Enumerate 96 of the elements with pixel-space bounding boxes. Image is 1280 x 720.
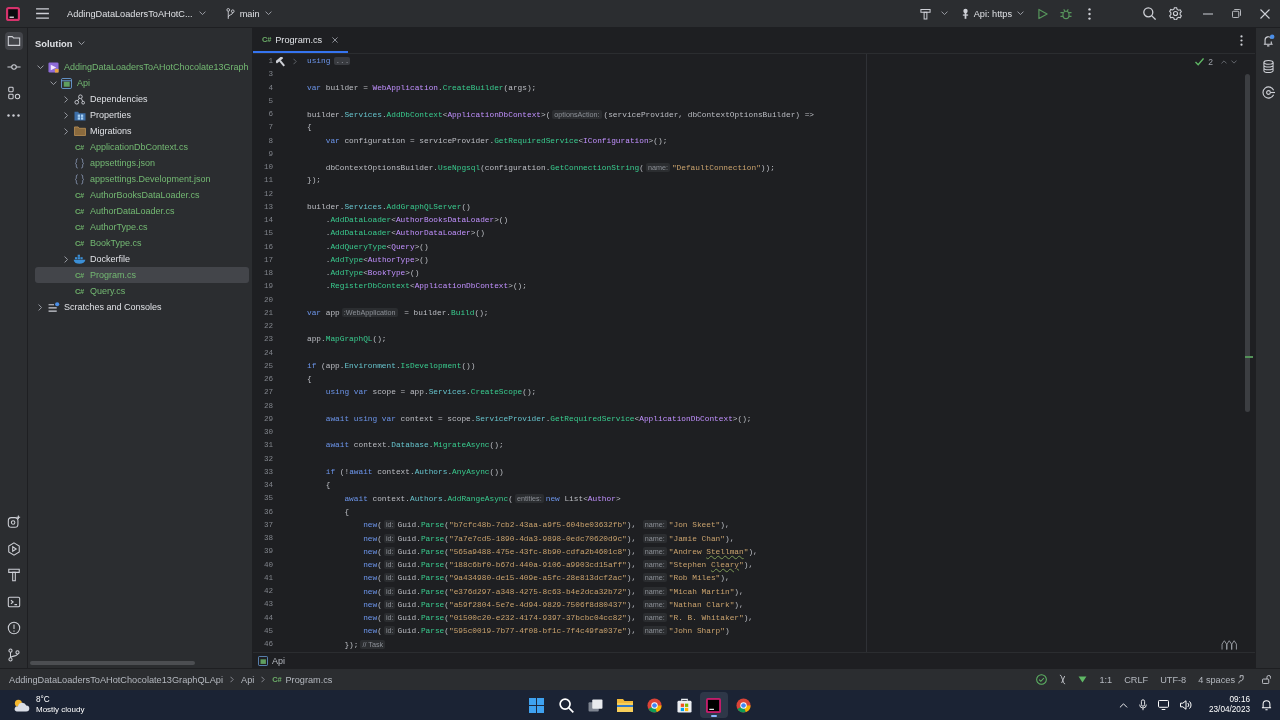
tree-item[interactable]: Dockerfile xyxy=(35,251,249,267)
chevron-icon[interactable] xyxy=(63,95,69,103)
hammer-icon[interactable] xyxy=(919,7,931,20)
hook-icon xyxy=(1238,675,1244,684)
inspection-widget[interactable]: 2 xyxy=(1195,57,1237,67)
tree-item[interactable]: appsettings.json xyxy=(35,155,249,171)
project-selector[interactable]: AddingDataLoadersToAHotC... xyxy=(67,8,206,19)
weather-condition: Mostly cloudy xyxy=(36,705,85,715)
notifications-icon[interactable] xyxy=(1261,34,1275,47)
weather-icon[interactable] xyxy=(12,698,30,712)
view-selector[interactable]: Solution xyxy=(35,38,85,49)
scrollbar-thumb[interactable] xyxy=(1245,74,1250,412)
chevron-right-icon xyxy=(261,676,266,683)
tree-item[interactable]: Properties xyxy=(35,107,249,123)
task-view-icon xyxy=(588,698,604,712)
four-squares-icon xyxy=(529,697,545,713)
round-logo-icon xyxy=(735,697,751,713)
chevron-down-icon xyxy=(264,11,272,16)
check-icon xyxy=(1195,58,1205,66)
chevron-icon[interactable] xyxy=(63,127,69,135)
tree-item[interactable]: Dependencies xyxy=(35,91,249,107)
hammer-icon[interactable] xyxy=(276,56,286,67)
chevron-down-icon xyxy=(198,11,206,16)
chevron-icon[interactable] xyxy=(63,255,69,263)
tree-item[interactable]: Migrations xyxy=(35,123,249,139)
folder-grid-icon xyxy=(73,109,86,121)
more-icon[interactable] xyxy=(1088,7,1091,20)
round-logo-icon xyxy=(647,697,663,713)
braces-icon xyxy=(75,157,84,169)
microphone-icon[interactable] xyxy=(1139,699,1147,711)
branch-icon xyxy=(225,8,235,19)
run-configuration-selector[interactable]: Api: https xyxy=(961,7,1024,20)
project-icon xyxy=(61,77,72,89)
check-circle-icon[interactable] xyxy=(1036,674,1048,685)
encoding-selector[interactable]: UTF-8 xyxy=(1160,674,1187,685)
temperature-text: 8°C xyxy=(36,695,51,705)
change-marker xyxy=(1245,356,1253,358)
app-logo-icon xyxy=(6,6,20,21)
clock-date[interactable]: 23/04/2023 xyxy=(1209,705,1250,715)
search-icon[interactable] xyxy=(1143,7,1156,20)
branch-selector[interactable]: main xyxy=(225,8,272,19)
solution-icon xyxy=(48,61,59,73)
chevron-down-icon xyxy=(77,41,85,46)
list-icon xyxy=(47,302,60,312)
tree-item[interactable]: Api xyxy=(35,75,249,91)
project-icon xyxy=(258,655,268,666)
restore-icon[interactable] xyxy=(1232,9,1241,18)
monitor-icon[interactable] xyxy=(1158,700,1169,710)
peaks-icon[interactable] xyxy=(1221,640,1238,650)
scrollbar-thumb[interactable] xyxy=(30,661,195,665)
bug-icon[interactable] xyxy=(1060,7,1072,20)
braces-icon xyxy=(75,173,84,185)
chevron-down-icon[interactable] xyxy=(940,11,948,16)
tree-item[interactable]: appsettings.Development.json xyxy=(35,171,249,187)
breadcrumb-item[interactable]: Api xyxy=(258,655,285,666)
folder-icon xyxy=(73,126,86,136)
chevron-icon[interactable] xyxy=(49,80,57,86)
tree-item[interactable]: AddingDataLoadersToAHotChocolate13Graph xyxy=(35,59,249,75)
chevron-icon[interactable] xyxy=(37,303,43,311)
more-icon[interactable] xyxy=(7,114,20,117)
lock-icon[interactable] xyxy=(1262,675,1271,684)
close-icon[interactable] xyxy=(1260,8,1270,19)
search-icon xyxy=(558,697,574,713)
chevron-right-icon xyxy=(230,676,234,683)
database-icon[interactable] xyxy=(1262,60,1274,73)
folder-icon xyxy=(617,698,634,712)
more-icon[interactable] xyxy=(1240,35,1243,46)
pin-icon xyxy=(961,7,969,20)
folder-icon[interactable] xyxy=(4,32,23,50)
triangle-down-icon[interactable] xyxy=(1078,676,1088,683)
indent-selector[interactable]: 4 spaces xyxy=(1198,674,1244,685)
settings-icon[interactable] xyxy=(1169,7,1182,20)
tree-item[interactable]: Scratches and Consoles xyxy=(35,299,249,315)
ide-logo-icon xyxy=(706,697,722,713)
chevron-down-icon xyxy=(1017,11,1024,16)
breadcrumb-item[interactable]: AddingDataLoadersToAHotChocolate13GraphQLApi xyxy=(9,674,223,685)
nodes-icon xyxy=(74,93,85,105)
chevron-icon[interactable] xyxy=(36,64,44,70)
target-icon[interactable] xyxy=(1261,86,1275,99)
close-icon[interactable] xyxy=(332,36,339,43)
shopping-bag-icon xyxy=(676,697,692,713)
line-ending-selector[interactable]: CRLF xyxy=(1124,674,1149,685)
speaker-icon[interactable] xyxy=(1180,700,1192,710)
chevron-down-icon[interactable] xyxy=(1231,60,1237,64)
breadcrumb-item[interactable]: Api xyxy=(241,674,255,685)
caret-position[interactable]: 1:1 xyxy=(1099,674,1113,685)
run-icon[interactable] xyxy=(1038,7,1048,20)
menu-icon[interactable] xyxy=(36,8,49,19)
whale-icon xyxy=(73,254,86,264)
minimize-icon[interactable] xyxy=(1203,12,1213,15)
notification-bell-icon[interactable] xyxy=(1261,699,1272,711)
clock-time[interactable]: 09:16 xyxy=(1229,695,1250,705)
chevron-icon[interactable] xyxy=(63,111,69,119)
inspection-count: 2 xyxy=(1208,57,1213,67)
taskbar-button[interactable] xyxy=(699,692,728,718)
squiggle-icon[interactable] xyxy=(1059,674,1067,685)
